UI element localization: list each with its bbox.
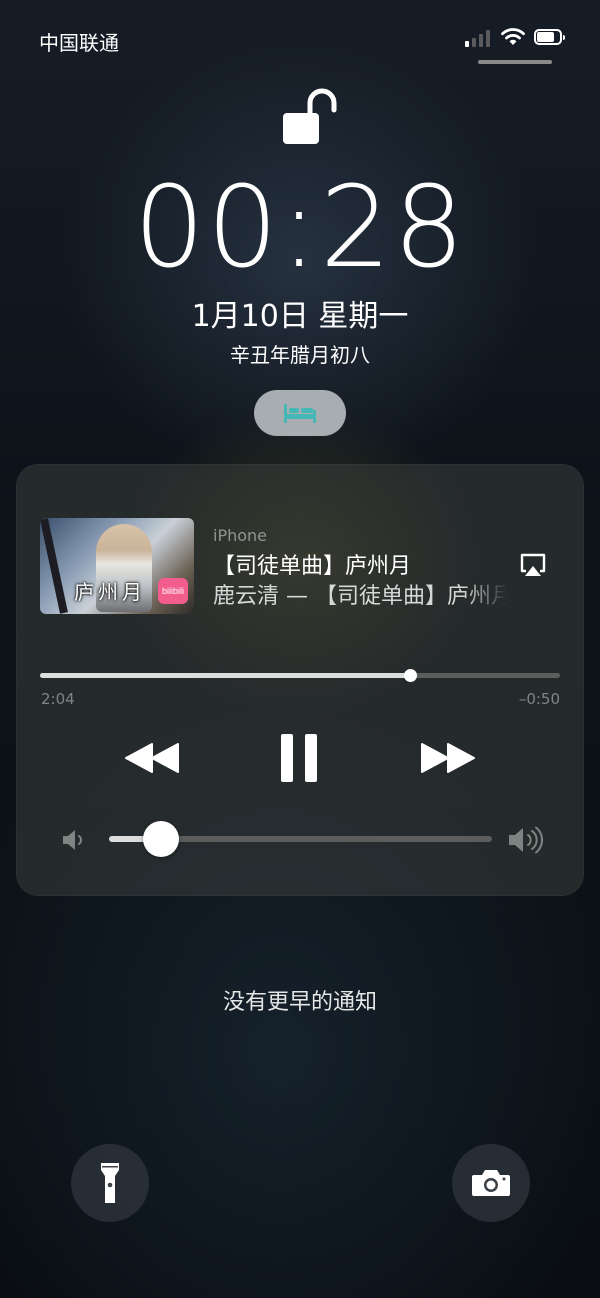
camera-button[interactable] (452, 1144, 530, 1222)
now-playing-widget: 庐州月 bilibili iPhone 【司徒单曲】庐州月 鹿云清 — 【司徒单… (16, 464, 584, 896)
status-bar: 中国联通 (0, 0, 600, 80)
artist-line: 鹿云清 — 【司徒单曲】庐州月 (213, 584, 507, 609)
lock-screen-time: 00:28 (133, 163, 467, 293)
carrier-name: 中国联通 (39, 31, 119, 55)
playback-scrubber[interactable] (404, 669, 418, 682)
album-artwork[interactable]: 庐州月 bilibili (40, 518, 194, 614)
battery-icon (534, 29, 565, 45)
flashlight-icon (101, 1163, 119, 1203)
unlocked-padlock-icon (283, 88, 337, 144)
bilibili-badge: bilibili (158, 578, 188, 604)
speaker-low-icon (63, 830, 82, 850)
lock-screen-date: 1月10日 星期一 (191, 299, 409, 334)
sleep-mode-button[interactable] (254, 390, 346, 436)
pause-icon[interactable] (279, 733, 319, 783)
elapsed-time: 2:04 (41, 690, 75, 708)
playback-progress-bar[interactable] (40, 669, 560, 682)
flashlight-button[interactable] (71, 1144, 149, 1222)
remaining-time: –0:50 (518, 690, 560, 708)
airplay-icon[interactable] (518, 551, 548, 581)
lunar-date: 辛丑年腊月初八 (230, 343, 370, 367)
volume-knob[interactable] (142, 821, 179, 857)
fast-forward-icon[interactable] (420, 740, 476, 776)
volume-slider[interactable] (109, 821, 492, 857)
cellular-signal-icon (465, 29, 491, 47)
playback-source: iPhone (213, 526, 268, 545)
camera-icon (472, 1170, 510, 1196)
control-center-indicator[interactable] (478, 60, 552, 64)
no-older-notifications: 没有更早的通知 (222, 990, 377, 1015)
speaker-high-icon (509, 826, 543, 854)
playback-progress-fill (40, 673, 411, 678)
wifi-icon (501, 28, 525, 45)
bed-icon (284, 404, 316, 423)
rewind-icon[interactable] (124, 740, 180, 776)
artwork-overlay-text: 庐州月 (74, 580, 146, 604)
song-title: 【司徒单曲】庐州月 (213, 554, 412, 579)
